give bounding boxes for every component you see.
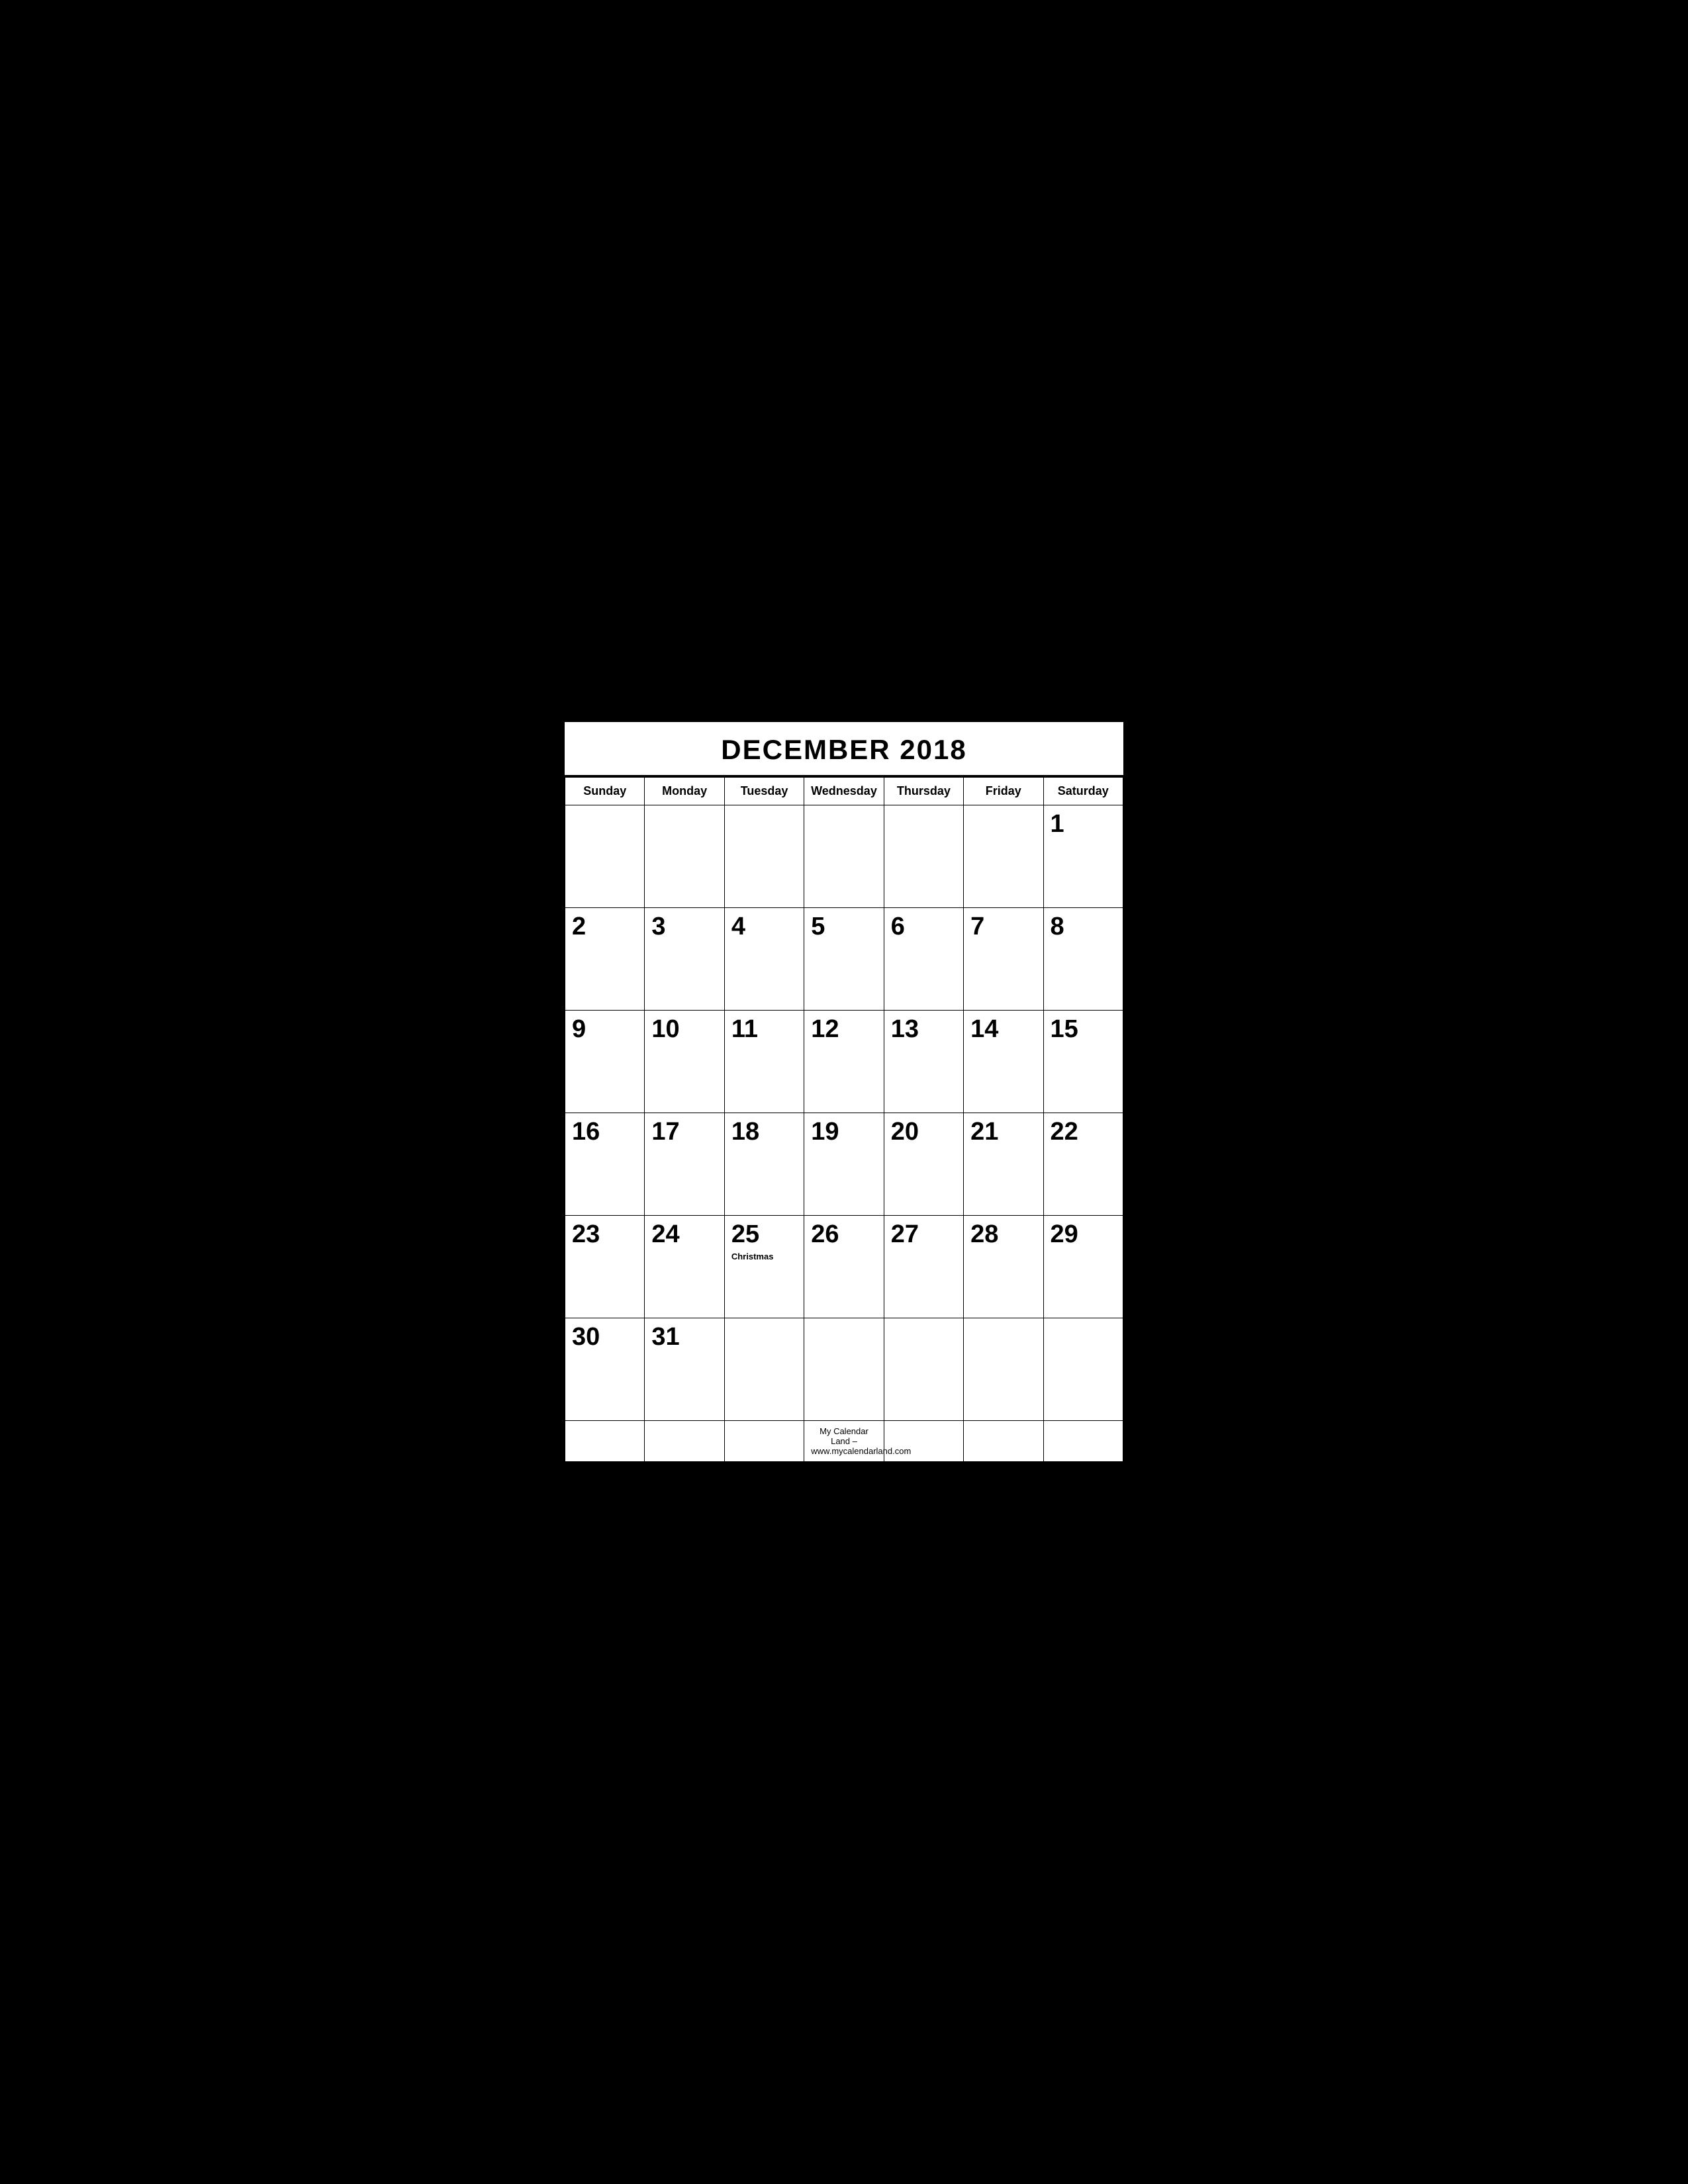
calendar-cell [804, 805, 884, 908]
calendar-cell: 1 [1043, 805, 1123, 908]
calendar-cell: 15 [1043, 1011, 1123, 1113]
calendar-cell: 23 [565, 1216, 645, 1318]
day-number: 31 [651, 1324, 717, 1351]
week-row-3: 9 10 11 12 13 14 15 [565, 1011, 1123, 1113]
day-header-wednesday: Wednesday [804, 778, 884, 805]
day-header-saturday: Saturday [1043, 778, 1123, 805]
day-number: 15 [1051, 1016, 1116, 1044]
calendar-cell: 13 [884, 1011, 963, 1113]
calendar-cell: 22 [1043, 1113, 1123, 1216]
day-number: 10 [651, 1016, 717, 1044]
day-number: 26 [811, 1221, 876, 1249]
footer-empty-cell [645, 1421, 724, 1462]
calendar-cell [724, 1318, 804, 1421]
calendar-cell: 26 [804, 1216, 884, 1318]
day-header-friday: Friday [964, 778, 1043, 805]
calendar-cell: 20 [884, 1113, 963, 1216]
footer-empty-cell [1043, 1421, 1123, 1462]
day-number: 29 [1051, 1221, 1116, 1249]
week-row-1: 1 [565, 805, 1123, 908]
day-number: 1 [1051, 811, 1116, 839]
day-number: 13 [891, 1016, 957, 1044]
footer-text: My Calendar Land – www.mycalendarland.co… [804, 1421, 884, 1462]
day-number: 28 [970, 1221, 1036, 1249]
calendar-cell [645, 805, 724, 908]
calendar-cell: 5 [804, 908, 884, 1011]
calendar-cell [804, 1318, 884, 1421]
calendar-cell: 19 [804, 1113, 884, 1216]
day-number: 3 [651, 913, 717, 941]
calendar-cell: 14 [964, 1011, 1043, 1113]
day-number: 23 [572, 1221, 637, 1249]
calendar-cell [884, 1318, 963, 1421]
day-number: 8 [1051, 913, 1116, 941]
calendar-table: SundayMondayTuesdayWednesdayThursdayFrid… [565, 777, 1123, 1462]
calendar-cell: 3 [645, 908, 724, 1011]
day-number: 4 [731, 913, 797, 941]
day-number: 12 [811, 1016, 876, 1044]
calendar-cell [1043, 1318, 1123, 1421]
day-number: 16 [572, 1118, 637, 1146]
calendar-cell: 28 [964, 1216, 1043, 1318]
day-number: 30 [572, 1324, 637, 1351]
calendar-cell [565, 805, 645, 908]
calendar-cell: 29 [1043, 1216, 1123, 1318]
day-header-tuesday: Tuesday [724, 778, 804, 805]
day-number: 19 [811, 1118, 876, 1146]
calendar-cell: 16 [565, 1113, 645, 1216]
calendar-cell: 17 [645, 1113, 724, 1216]
week-row-6: 30 31 [565, 1318, 1123, 1421]
calendar-cell: 27 [884, 1216, 963, 1318]
day-number: 22 [1051, 1118, 1116, 1146]
footer-empty-cell [565, 1421, 645, 1462]
day-number: 11 [731, 1016, 797, 1044]
days-of-week-row: SundayMondayTuesdayWednesdayThursdayFrid… [565, 778, 1123, 805]
calendar-cell: 6 [884, 908, 963, 1011]
calendar-cell: 18 [724, 1113, 804, 1216]
calendar: DECEMBER 2018 SundayMondayTuesdayWednesd… [563, 720, 1125, 1464]
day-number: 17 [651, 1118, 717, 1146]
calendar-cell [964, 1318, 1043, 1421]
calendar-cell [964, 805, 1043, 908]
calendar-cell: 2 [565, 908, 645, 1011]
footer-empty-cell [964, 1421, 1043, 1462]
calendar-cell: 7 [964, 908, 1043, 1011]
day-number: 6 [891, 913, 957, 941]
holiday-label: Christmas [731, 1251, 797, 1261]
footer-empty-cell [724, 1421, 804, 1462]
calendar-title: DECEMBER 2018 [565, 722, 1123, 777]
day-number: 5 [811, 913, 876, 941]
week-row-5: 23 24 25 Christmas 26 27 28 29 [565, 1216, 1123, 1318]
footer-row: My Calendar Land – www.mycalendarland.co… [565, 1421, 1123, 1462]
calendar-cell: 31 [645, 1318, 724, 1421]
calendar-cell: 4 [724, 908, 804, 1011]
calendar-cell: 9 [565, 1011, 645, 1113]
day-number: 2 [572, 913, 637, 941]
calendar-cell [724, 805, 804, 908]
day-number: 7 [970, 913, 1036, 941]
calendar-cell: 25 Christmas [724, 1216, 804, 1318]
day-number: 9 [572, 1016, 637, 1044]
day-number: 21 [970, 1118, 1036, 1146]
day-header-sunday: Sunday [565, 778, 645, 805]
calendar-cell: 11 [724, 1011, 804, 1113]
week-row-4: 16 17 18 19 20 21 22 [565, 1113, 1123, 1216]
calendar-cell: 12 [804, 1011, 884, 1113]
day-header-thursday: Thursday [884, 778, 963, 805]
day-header-monday: Monday [645, 778, 724, 805]
day-number: 18 [731, 1118, 797, 1146]
week-row-2: 2345678 [565, 908, 1123, 1011]
calendar-cell: 10 [645, 1011, 724, 1113]
day-number: 24 [651, 1221, 717, 1249]
day-number: 20 [891, 1118, 957, 1146]
day-number: 27 [891, 1221, 957, 1249]
calendar-cell: 8 [1043, 908, 1123, 1011]
calendar-cell: 24 [645, 1216, 724, 1318]
calendar-cell [884, 805, 963, 908]
day-number: 25 [731, 1221, 797, 1249]
calendar-cell: 21 [964, 1113, 1043, 1216]
calendar-cell: 30 [565, 1318, 645, 1421]
day-number: 14 [970, 1016, 1036, 1044]
